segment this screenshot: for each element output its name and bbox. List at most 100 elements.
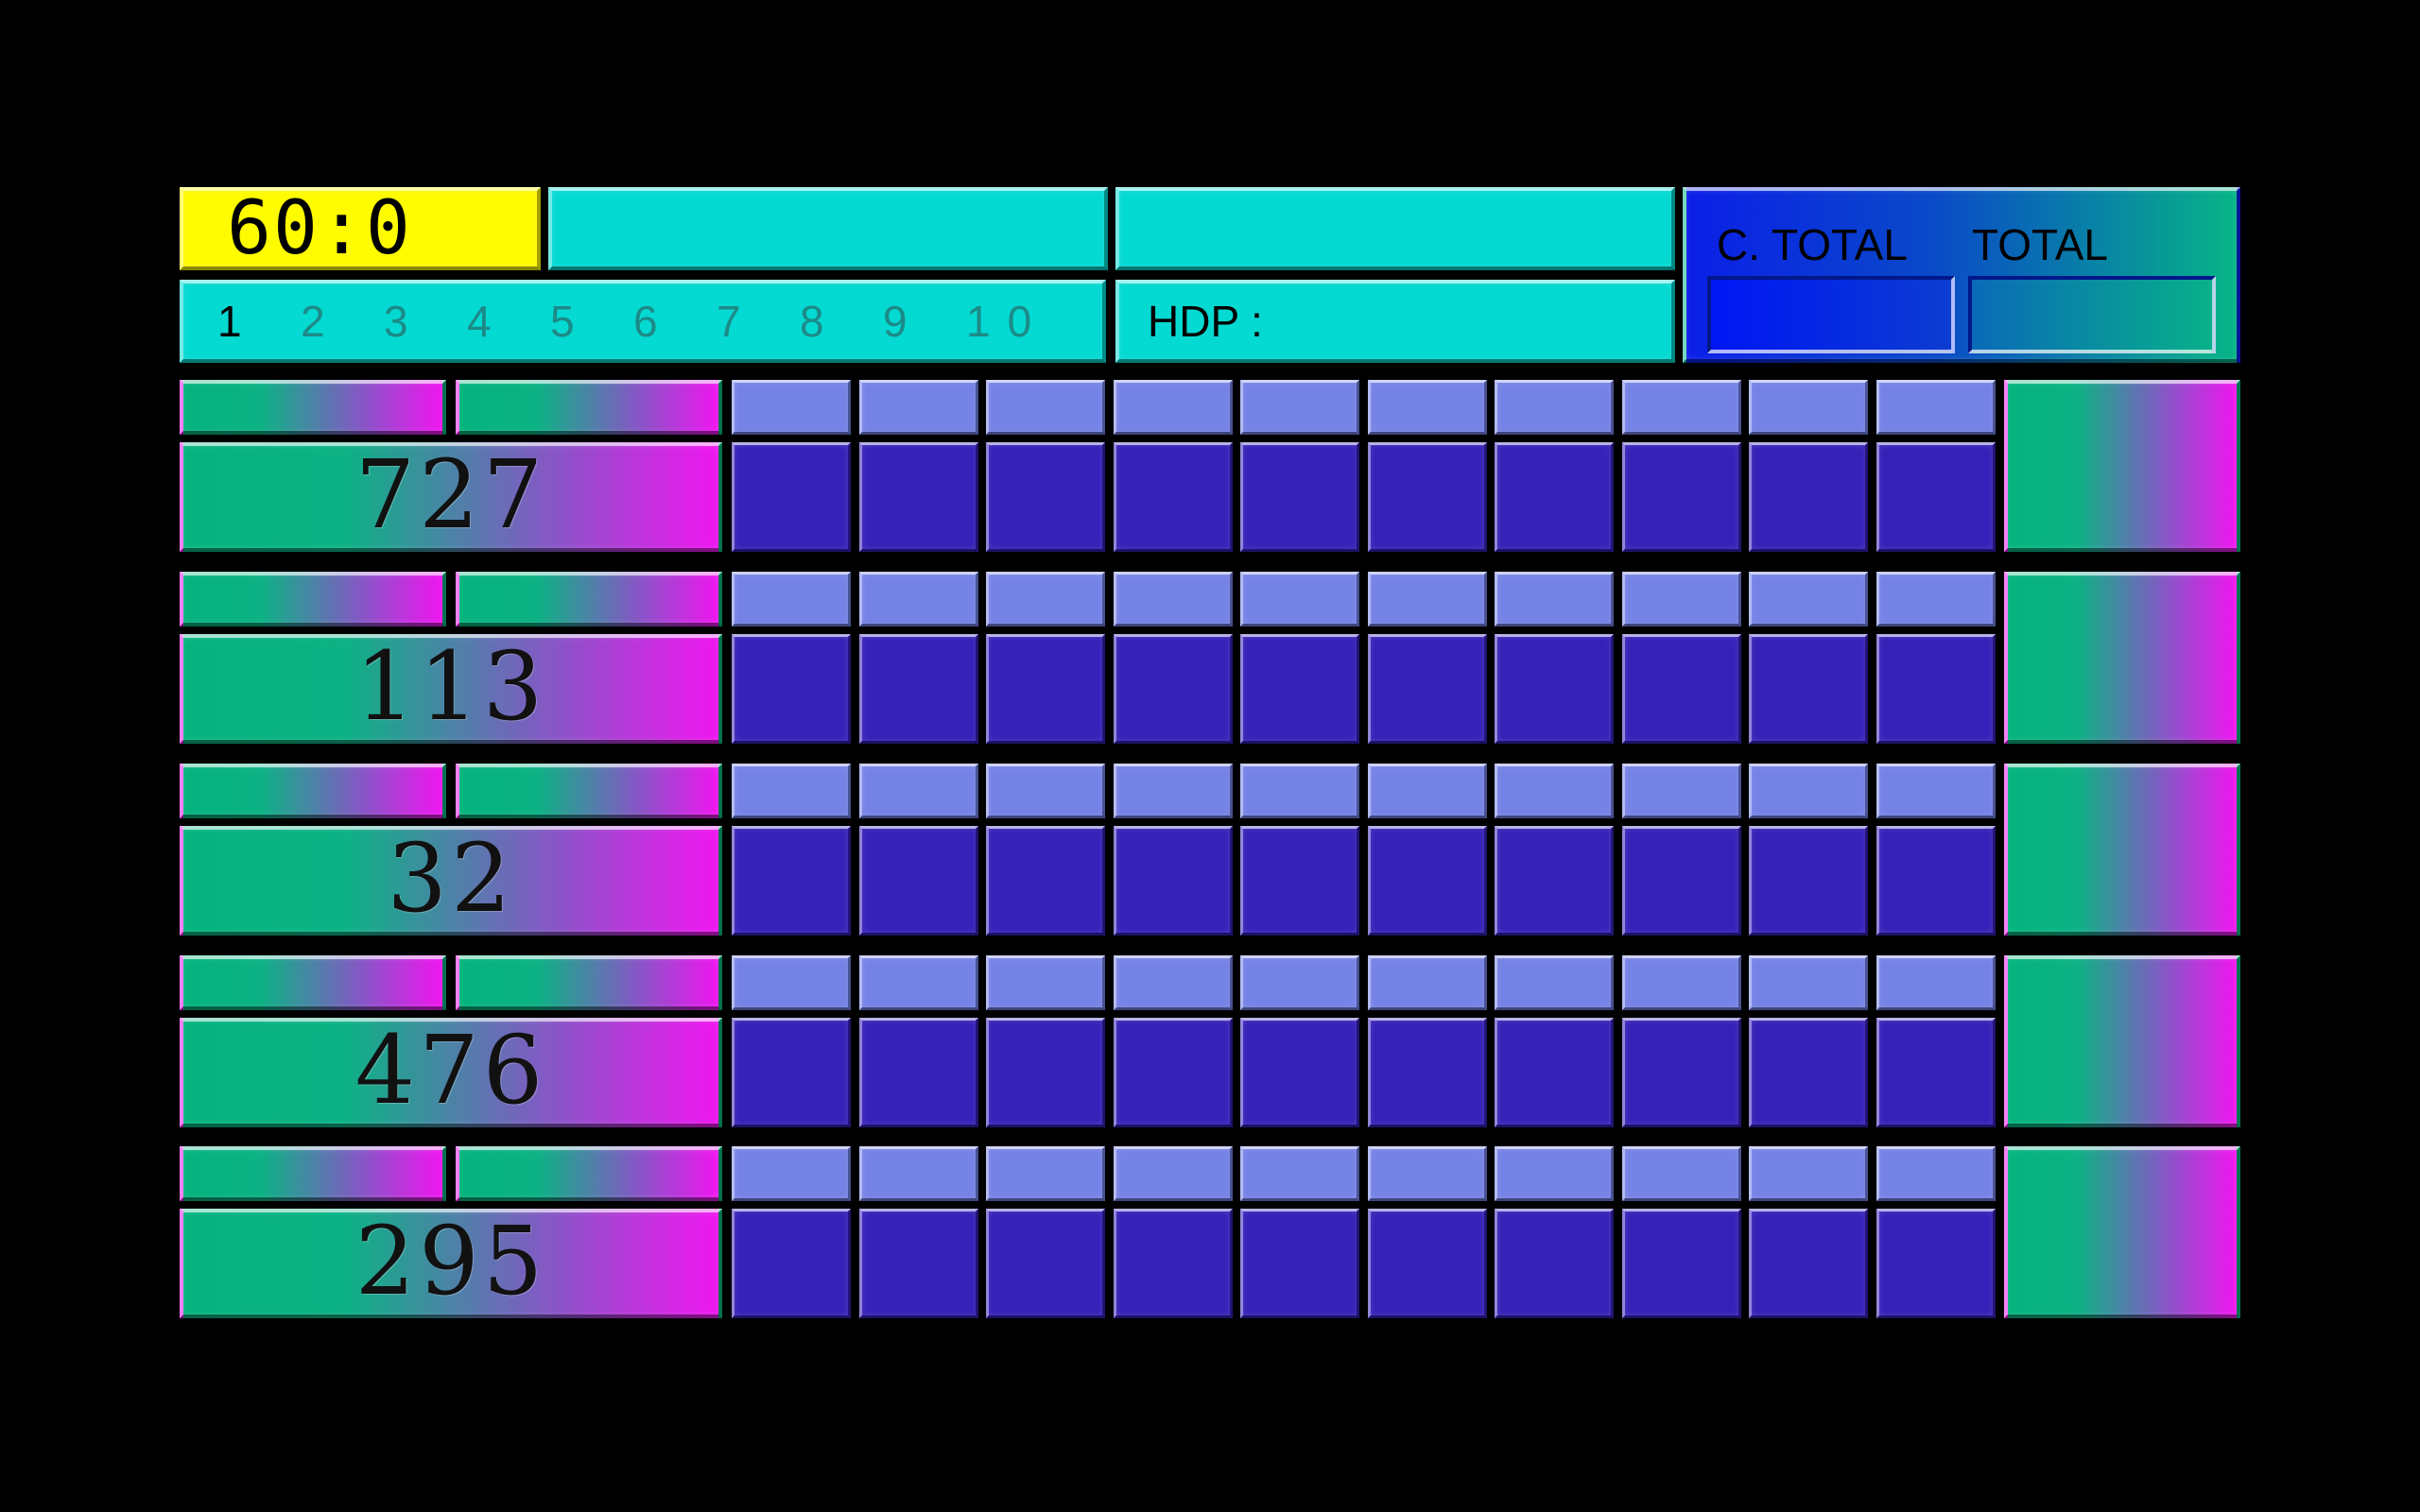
frame-2-score-box [859,826,978,936]
frame-3-score-box [986,1209,1105,1318]
player-name-box-left [180,955,446,1010]
frame-9-score-box [1749,1209,1868,1318]
frame-10-roll-box [1876,380,1996,435]
frame-2-score-box [859,1209,978,1318]
frame-7-score-box [1495,1209,1614,1318]
frame-6-roll-box [1368,955,1487,1010]
frame-5-score-box [1240,1209,1359,1318]
frame-number-10: 10 [966,297,1049,346]
frame-1-roll-box [732,955,851,1010]
frame-6-roll-box [1368,1146,1487,1201]
total-label: TOTAL [1972,220,2108,269]
totals-panel: C. TOTAL TOTAL [1683,187,2240,363]
player-name-box-right [456,1146,722,1201]
frame-7-roll-box [1495,380,1614,435]
frame-10-score-box [1876,1018,1996,1127]
frame-3-roll-box [986,1146,1105,1201]
frame-number-4: 4 [467,297,492,346]
frame-10-score-box [1876,442,1996,552]
frame-3-roll-box [986,764,1105,818]
frame-8-score-box [1622,826,1741,936]
frame-5-score-box [1240,634,1359,744]
frame-6-score-box [1368,634,1487,744]
frame-9-roll-box [1749,572,1868,627]
frame-10-roll-box [1876,572,1996,627]
frame-1-score-box [732,442,851,552]
frame-8-score-box [1622,442,1741,552]
frame-10-roll-box [1876,764,1996,818]
player-score: 32 [180,826,722,936]
player-total-box [2004,764,2240,936]
frame-3-roll-box [986,380,1105,435]
frame-10-score-box [1876,1209,1996,1318]
frame-4-roll-box [1114,1146,1233,1201]
frame-5-score-box [1240,826,1359,936]
frame-5-roll-box [1240,572,1359,627]
player-name-box-left [180,572,446,627]
player-name-box-right [456,380,722,435]
frame-number-6: 6 [633,297,658,346]
frame-8-roll-box [1622,764,1741,818]
frame-4-score-box [1114,1209,1233,1318]
frame-number-8: 8 [800,297,824,346]
header-blank-field-1 [548,187,1108,270]
c-total-label: C. TOTAL [1717,220,1908,269]
frame-7-roll-box [1495,955,1614,1010]
frame-number-2: 2 [301,297,325,346]
frame-10-score-box [1876,634,1996,744]
frame-8-roll-box [1622,955,1741,1010]
player-total-box [2004,380,2240,552]
frame-number-bar: 1 2 3 4 5 6 7 8 9 10 [180,280,1106,363]
frame-1-score-box [732,1209,851,1318]
frame-1-roll-box [732,764,851,818]
frame-3-roll-box [986,572,1105,627]
frame-5-roll-box [1240,955,1359,1010]
frame-5-score-box [1240,442,1359,552]
frame-7-score-box [1495,826,1614,936]
frame-9-score-box [1749,826,1868,936]
player-total-box [2004,572,2240,744]
frame-number-3: 3 [384,297,408,346]
frame-5-roll-box [1240,380,1359,435]
player-score: 727 [180,442,722,552]
game-timer: 60:0 [180,187,541,270]
header-blank-field-2 [1115,187,1675,270]
frame-4-roll-box [1114,764,1233,818]
frame-4-roll-box [1114,572,1233,627]
frame-4-score-box [1114,1018,1233,1127]
frame-10-roll-box [1876,955,1996,1010]
frame-number-7: 7 [717,297,741,346]
frame-number-9: 9 [883,297,908,346]
frame-7-roll-box [1495,764,1614,818]
frame-2-score-box [859,634,978,744]
frame-9-score-box [1749,634,1868,744]
frame-10-roll-box [1876,1146,1996,1201]
frame-7-score-box [1495,1018,1614,1127]
frame-2-roll-box [859,1146,978,1201]
frame-7-roll-box [1495,1146,1614,1201]
frame-8-roll-box [1622,572,1741,627]
frame-9-roll-box [1749,1146,1868,1201]
frame-8-roll-box [1622,380,1741,435]
player-name-box-right [456,572,722,627]
frame-9-score-box [1749,442,1868,552]
frame-1-roll-box [732,1146,851,1201]
frame-1-score-box [732,1018,851,1127]
frame-7-score-box [1495,442,1614,552]
frame-3-score-box [986,826,1105,936]
frame-6-roll-box [1368,764,1487,818]
player-score: 476 [180,1018,722,1127]
player-score: 295 [180,1209,722,1318]
frame-6-score-box [1368,442,1487,552]
frame-6-score-box [1368,1018,1487,1127]
player-name-box-left [180,1146,446,1201]
frame-3-score-box [986,442,1105,552]
frame-3-roll-box [986,955,1105,1010]
frame-1-score-box [732,634,851,744]
frame-6-roll-box [1368,380,1487,435]
frame-5-roll-box [1240,764,1359,818]
frame-6-roll-box [1368,572,1487,627]
frame-7-score-box [1495,634,1614,744]
player-total-box [2004,1146,2240,1318]
frame-10-score-box [1876,826,1996,936]
